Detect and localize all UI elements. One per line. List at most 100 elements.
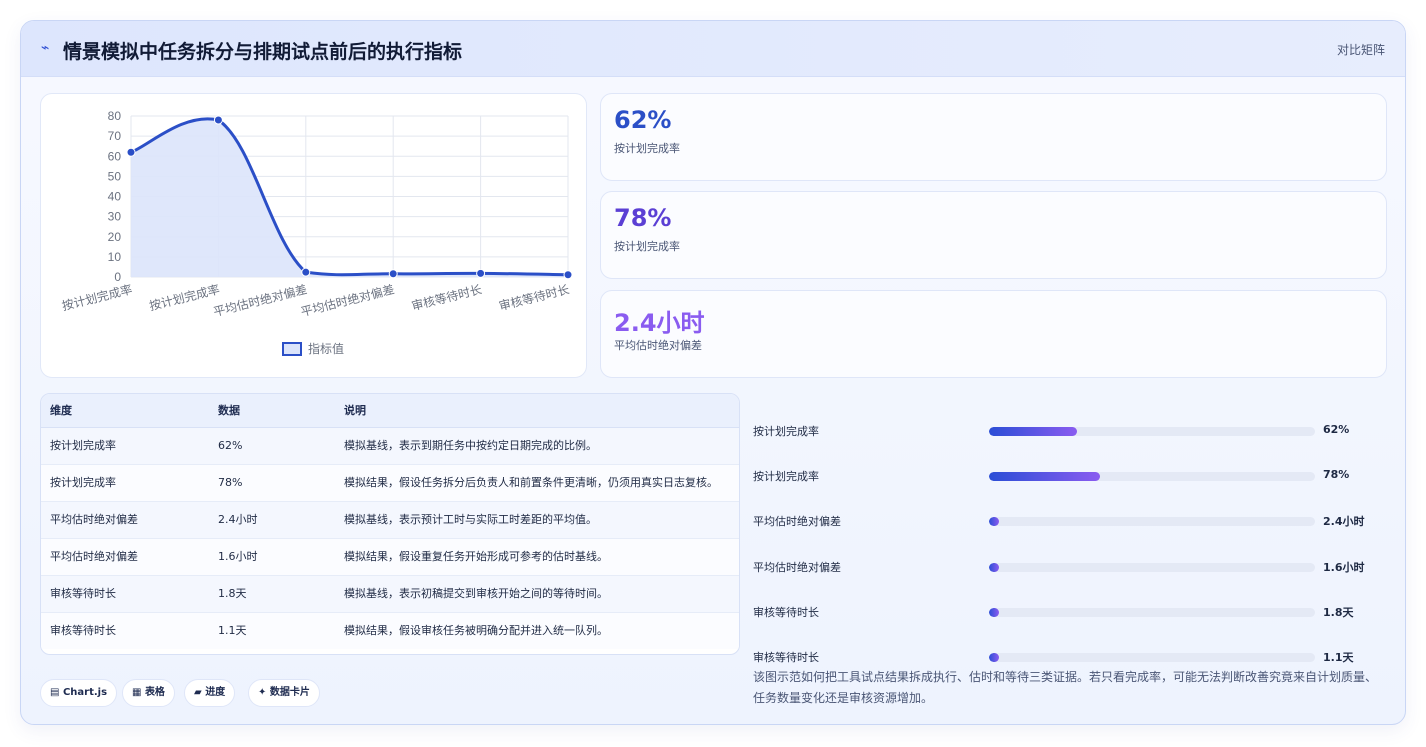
column-header-description: 说明 xyxy=(335,394,739,428)
progress-value: 2.4小时 xyxy=(1323,515,1365,528)
progress-track xyxy=(989,427,1315,436)
kpi-label: 按计划完成率 xyxy=(614,142,680,155)
cell-data: 78% xyxy=(209,464,335,502)
progress-row: 平均估时绝对偏差 1.6小时 xyxy=(753,557,1393,577)
cell-dimension: 平均估时绝对偏差 xyxy=(41,538,209,576)
data-table-card: 维度 数据 说明 按计划完成率 62% 模拟基线，表示到期任务中按约定日期完成的… xyxy=(40,393,740,655)
cell-dimension: 审核等待时长 xyxy=(41,612,209,649)
table-header-row: 维度 数据 说明 xyxy=(41,394,739,428)
cell-description: 模拟结果，假设任务拆分后负责人和前置条件更清晰，仍须用真实日志复核。 xyxy=(335,464,739,502)
kpi-card-3: 2.4小时 平均估时绝对偏差 xyxy=(600,290,1387,378)
progress-fill xyxy=(989,472,1100,481)
chip-label: 表格 xyxy=(144,687,165,698)
y-tick-label: 80 xyxy=(108,109,122,123)
chip-chartjs[interactable]: ▤ Chart.js xyxy=(40,679,118,707)
y-tick-label: 20 xyxy=(108,230,122,244)
chip-label: 进度 xyxy=(205,687,226,698)
column-header-data: 数据 xyxy=(209,394,335,428)
progress-label: 平均估时绝对偏差 xyxy=(753,561,841,574)
y-tick-label: 50 xyxy=(108,169,122,183)
chip-data-cards[interactable]: ✦ 数据卡片 xyxy=(248,679,320,707)
column-header-dimension: 维度 xyxy=(41,394,209,428)
kpi-label: 按计划完成率 xyxy=(614,240,680,253)
chip-label: 数据卡片 xyxy=(269,687,310,698)
line-chart-card: 0 10 20 30 40 50 60 70 80 按计划完成率 按计划完成率 平均估时绝对偏差 平均估… xyxy=(40,93,587,378)
kpi-card-1: 62% 按计划完成率 xyxy=(600,93,1387,181)
progress-row: 按计划完成率 78% xyxy=(753,466,1393,486)
zigzag-icon: ⌁ xyxy=(41,40,50,56)
y-tick-label: 40 xyxy=(108,190,122,204)
cell-data: 1.6小时 xyxy=(209,538,335,576)
progress-fill xyxy=(989,517,999,526)
page-title: 情景模拟中任务拆分与排期试点前后的执行指标 xyxy=(63,41,463,63)
x-tick-label: 平均估时绝对偏差 xyxy=(299,281,396,319)
progress-label: 平均估时绝对偏差 xyxy=(753,515,841,528)
chip-table[interactable]: ▦ 表格 xyxy=(122,679,175,707)
x-tick-label: 审核等待时长 xyxy=(410,281,484,313)
progress-value: 1.8天 xyxy=(1323,606,1354,619)
cell-description: 模拟结果，假设重复任务开始形成可参考的估时基线。 xyxy=(335,538,739,576)
header: ⌁ 情景模拟中任务拆分与排期试点前后的执行指标 对比矩阵 xyxy=(21,21,1405,77)
cell-dimension: 按计划完成率 xyxy=(41,464,209,502)
x-tick-label: 平均估时绝对偏差 xyxy=(212,281,309,319)
progress-value: 62% xyxy=(1323,423,1350,436)
progress-label: 审核等待时长 xyxy=(753,651,819,664)
y-tick-label: 30 xyxy=(108,210,122,224)
series-area xyxy=(131,118,568,278)
progress-row: 审核等待时长 1.1天 xyxy=(753,647,1393,667)
kpi-value: 2.4小时 xyxy=(614,309,705,337)
cell-description: 模拟结果，假设审核任务被明确分配并进入统一队列。 xyxy=(335,612,739,649)
progress-row: 审核等待时长 1.8天 xyxy=(753,602,1393,622)
chip-label: Chart.js xyxy=(62,687,108,698)
cell-dimension: 审核等待时长 xyxy=(41,575,209,613)
kpi-label: 平均估时绝对偏差 xyxy=(614,339,702,352)
table-row: 按计划完成率 78% 模拟结果，假设任务拆分后负责人和前置条件更清晰，仍须用真实… xyxy=(41,464,739,502)
data-table: 维度 数据 说明 按计划完成率 62% 模拟基线，表示到期任务中按约定日期完成的… xyxy=(41,394,739,649)
line-chart: 01020304050607080按计划完成率 按计划完成率平均估时绝对偏差平均估… xyxy=(60,109,573,356)
explanation-note: 该图示范如何把工具试点结果拆成执行、估时和等待三类证据。若只看完成率，可能无法判… xyxy=(753,670,1378,705)
x-tick-label: 审核等待时长 xyxy=(497,281,571,313)
progress-label: 按计划完成率 xyxy=(753,425,819,438)
table-row: 审核等待时长 1.1天 模拟结果，假设审核任务被明确分配并进入统一队列。 xyxy=(41,612,739,649)
dashboard-frame: ⌁ 情景模拟中任务拆分与排期试点前后的执行指标 对比矩阵 0 10 20 30 40 50… xyxy=(20,20,1406,725)
progress-label: 按计划完成率 xyxy=(753,470,819,483)
cell-data: 62% xyxy=(209,427,335,465)
x-tick-label: 按计划完成率 xyxy=(60,281,134,313)
data-point xyxy=(213,115,223,125)
progress-track xyxy=(989,563,1315,572)
data-point xyxy=(388,269,398,279)
progress-value: 1.1天 xyxy=(1323,651,1354,664)
y-tick-label: 0 xyxy=(114,270,121,284)
chart-icon: ▤ xyxy=(50,687,60,698)
data-point xyxy=(476,268,486,278)
progress-track xyxy=(989,653,1315,662)
progress-icon: ▰ xyxy=(194,687,202,698)
data-point xyxy=(301,267,311,277)
cell-data: 2.4小时 xyxy=(209,501,335,539)
cell-data: 1.1天 xyxy=(209,612,335,649)
x-tick-label: 按计划完成率 xyxy=(148,281,222,313)
header-tag: 对比矩阵 xyxy=(1336,43,1385,57)
cell-data: 1.8天 xyxy=(209,575,335,613)
progress-row: 按计划完成率 62% xyxy=(753,421,1393,441)
cell-description: 模拟基线，表示初稿提交到审核开始之间的等待时间。 xyxy=(335,575,739,613)
progress-value: 1.6小时 xyxy=(1323,561,1365,574)
y-tick-label: 60 xyxy=(108,149,122,163)
progress-fill xyxy=(989,608,999,617)
kpi-card-2: 78% 按计划完成率 xyxy=(600,191,1387,279)
legend-label: 指标值 xyxy=(308,341,344,356)
progress-fill xyxy=(989,653,999,662)
cell-dimension: 按计划完成率 xyxy=(41,427,209,465)
table-icon: ▦ xyxy=(132,687,142,698)
y-tick-label: 10 xyxy=(108,250,122,264)
progress-label: 审核等待时长 xyxy=(753,606,819,619)
table-row: 平均估时绝对偏差 1.6小时 模拟结果，假设重复任务开始形成可参考的估时基线。 xyxy=(41,538,739,576)
progress-value: 78% xyxy=(1323,468,1350,481)
progress-fill xyxy=(989,427,1078,436)
table-row: 平均估时绝对偏差 2.4小时 模拟基线，表示预计工时与实际工时差距的平均值。 xyxy=(41,501,739,539)
chip-progress[interactable]: ▰ 进度 xyxy=(184,679,236,707)
cell-description: 模拟基线，表示到期任务中按约定日期完成的比例。 xyxy=(335,427,739,465)
kpi-value: 78% xyxy=(614,204,672,232)
table-row: 按计划完成率 62% 模拟基线，表示到期任务中按约定日期完成的比例。 xyxy=(41,427,739,465)
progress-track xyxy=(989,472,1315,481)
